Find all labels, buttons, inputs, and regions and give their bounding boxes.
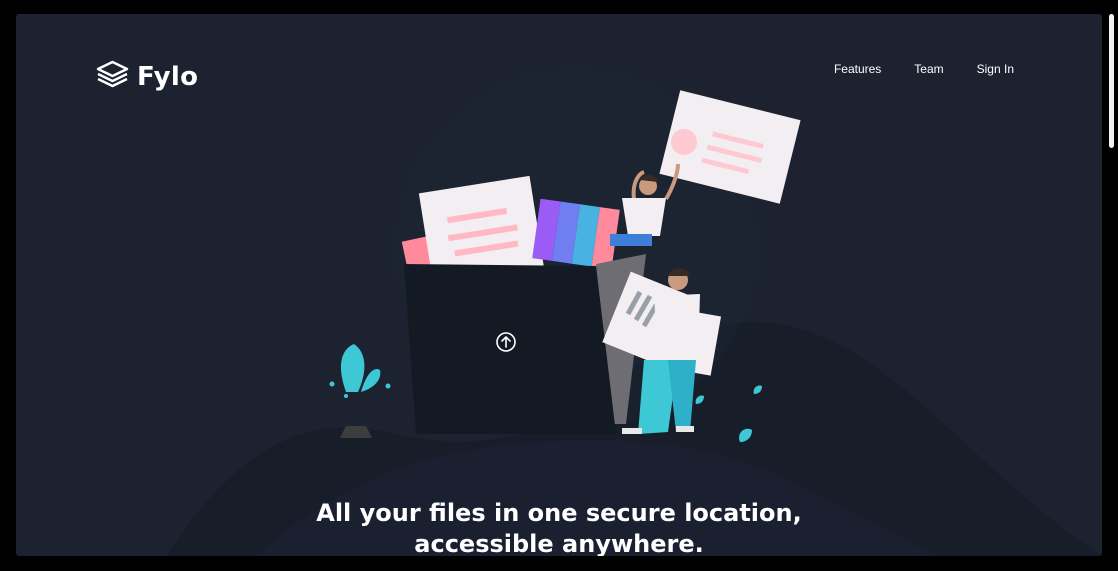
hero-headline-line1: All your files in one secure location,: [316, 499, 802, 528]
hero-illustration: [329, 90, 801, 442]
hero-headline-line2: accessible anywhere.: [414, 530, 704, 556]
plant-left-icon: [329, 344, 391, 398]
page-scrollbar[interactable]: [1109, 14, 1114, 148]
leaf-icon: [739, 428, 752, 442]
hero-headline: All your files in one secure location, a…: [16, 498, 1102, 556]
browser-frame: Fylo Features Team Sign In All your file…: [0, 0, 1118, 571]
page-viewport: Fylo Features Team Sign In All your file…: [16, 14, 1102, 556]
person-holding-card: [610, 90, 801, 246]
